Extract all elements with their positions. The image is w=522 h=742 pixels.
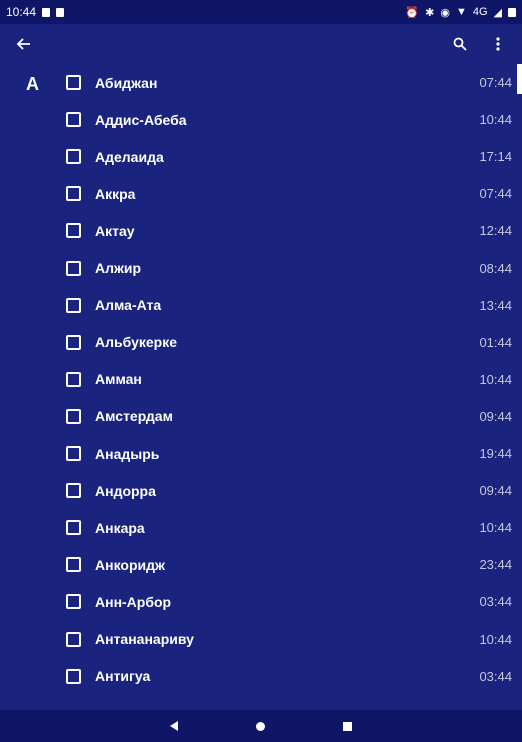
checkbox[interactable]	[66, 260, 81, 276]
list-item[interactable]: Анадырь 19:44	[0, 435, 522, 472]
checkbox[interactable]	[66, 75, 81, 90]
city-time: 07:44	[479, 75, 512, 90]
list-item[interactable]: Анкара 10:44	[0, 509, 522, 546]
status-time: 10:44	[6, 5, 37, 19]
city-name: Алжир	[95, 260, 142, 276]
list-item[interactable]: Аддис-Абеба 10:44	[0, 101, 522, 138]
city-time: 07:44	[479, 186, 512, 202]
city-time: 23:44	[479, 557, 512, 573]
list-item[interactable]: Абиджан 07:44	[0, 64, 522, 101]
alarm-icon: ⏰	[405, 6, 420, 19]
city-name: Андорра	[95, 482, 156, 499]
arrow-back-icon	[16, 38, 30, 50]
checkbox[interactable]	[66, 186, 81, 202]
list-item[interactable]: Андорра 09:44	[0, 472, 522, 509]
checkbox[interactable]	[66, 408, 81, 424]
city-time: 03:44	[479, 668, 512, 684]
list-item[interactable]: Антигуа 03:44	[0, 658, 522, 695]
battery-icon	[508, 7, 516, 17]
vibrate-icon: ◉	[440, 6, 450, 19]
city-name: Амстердам	[95, 408, 173, 425]
list-item[interactable]: Анн-Арбор 03:44	[0, 583, 522, 620]
list-item[interactable]: Аккра 07:44	[0, 175, 522, 212]
sim-icon	[42, 7, 51, 17]
signal-icon: ◢	[493, 6, 502, 19]
city-name: Анкоридж	[95, 556, 165, 573]
list-item[interactable]: Аделаида 17:14	[0, 138, 522, 175]
city-time: 09:44	[479, 408, 512, 424]
city-time: 12:44	[479, 223, 512, 239]
checkbox[interactable]	[66, 557, 81, 573]
list-item[interactable]: Антананариву 10:44	[0, 621, 522, 658]
city-name: Аделаида	[95, 148, 164, 165]
checkbox[interactable]	[66, 371, 81, 387]
city-name: Альбукерке	[95, 334, 177, 351]
city-time: 01:44	[479, 334, 512, 350]
nav-recents-icon[interactable]	[343, 721, 352, 731]
nav-back-icon[interactable]	[170, 721, 178, 731]
toolbar	[0, 24, 522, 64]
city-time: 10:44	[479, 371, 512, 387]
more-vert-icon	[496, 37, 500, 51]
network-label: 4G	[472, 6, 488, 18]
search-icon	[453, 37, 467, 51]
city-name: Аддис-Абеба	[95, 111, 187, 128]
city-time: 10:44	[479, 112, 512, 128]
list-item[interactable]: Амман 10:44	[0, 361, 522, 398]
checkbox[interactable]	[66, 112, 81, 128]
wifi-icon: ▼	[455, 6, 467, 18]
list-item[interactable]: Алжир 08:44	[0, 250, 522, 287]
city-name: Абиджан	[95, 74, 158, 91]
city-name: Аккра	[95, 185, 136, 202]
bluetooth-icon: ✱	[425, 6, 435, 19]
checkbox[interactable]	[66, 520, 81, 536]
checkbox[interactable]	[66, 668, 81, 684]
list-item[interactable]: Актау 12:44	[0, 212, 522, 249]
city-time: 10:44	[479, 520, 512, 536]
city-time: 10:44	[479, 631, 512, 647]
checkbox[interactable]	[66, 297, 81, 313]
city-time: 13:44	[479, 297, 512, 313]
list-item[interactable]: Анкоридж 23:44	[0, 546, 522, 583]
checkbox[interactable]	[66, 631, 81, 647]
back-button[interactable]	[12, 32, 36, 56]
city-time: 08:44	[479, 260, 512, 276]
city-name: Анкара	[95, 519, 145, 536]
search-button[interactable]	[448, 32, 472, 56]
city-name: Анн-Арбор	[95, 593, 172, 610]
checkbox[interactable]	[66, 149, 81, 165]
scrollbar[interactable]	[517, 64, 522, 94]
checkbox[interactable]	[66, 483, 81, 499]
checkbox[interactable]	[66, 334, 81, 350]
checkbox[interactable]	[66, 446, 81, 461]
city-name: Антигуа	[95, 668, 151, 685]
city-list[interactable]: A Абиджан 07:44 Аддис-Абеба 10:44 Аделаида 17…	[0, 64, 522, 710]
overflow-menu-button[interactable]	[486, 32, 510, 56]
list-item[interactable]: Альбукерке 01:44	[0, 324, 522, 361]
city-name: Актау	[95, 222, 135, 239]
city-name: Амман	[95, 371, 142, 388]
city-time: 09:44	[479, 483, 512, 499]
status-bar: 10:44 ⏰ ✱ ◉ ▼ 4G ◢	[0, 0, 522, 24]
checkbox[interactable]	[66, 594, 81, 610]
list-item[interactable]: Алма-Ата 13:44	[0, 287, 522, 324]
city-time: 17:14	[479, 149, 512, 165]
city-name: Анадырь	[95, 445, 160, 462]
city-name: Антананариву	[95, 631, 194, 647]
navigation-bar	[0, 710, 522, 742]
list-item[interactable]: Амстердам 09:44	[0, 398, 522, 435]
city-time: 03:44	[479, 594, 512, 610]
checkbox[interactable]	[66, 223, 81, 239]
storage-icon	[56, 7, 65, 17]
city-name: Алма-Ата	[95, 297, 162, 314]
nav-home-icon[interactable]	[256, 721, 265, 731]
city-time: 19:44	[479, 446, 512, 461]
